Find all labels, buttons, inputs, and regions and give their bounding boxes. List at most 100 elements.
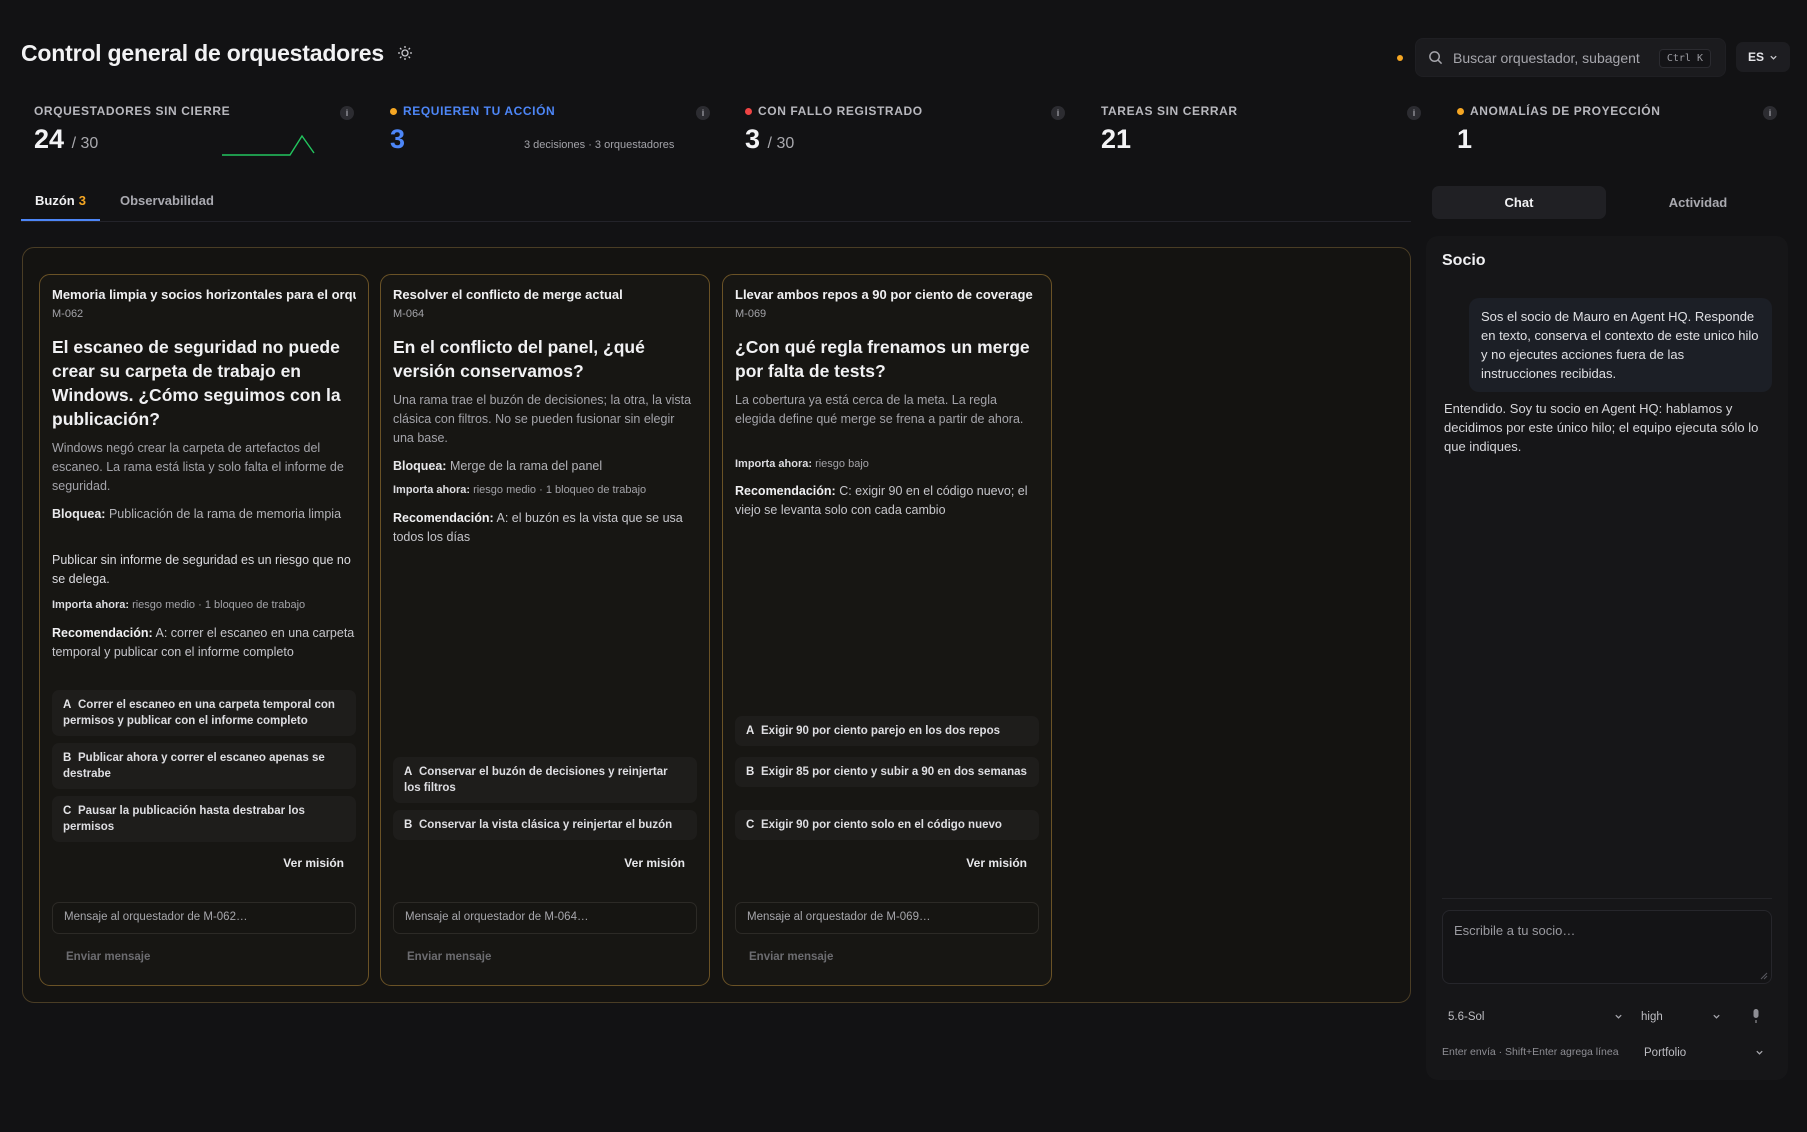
search-shortcut: Ctrl K bbox=[1658, 49, 1711, 68]
resize-handle[interactable] bbox=[1760, 972, 1768, 980]
card-id: M-064 bbox=[393, 308, 425, 320]
tab-buzon[interactable]: Buzón 3 bbox=[35, 193, 86, 208]
chevron-down-icon bbox=[1713, 1014, 1720, 1019]
message-input[interactable]: Mensaje al orquestador de M-062… bbox=[52, 902, 356, 934]
search-icon bbox=[1428, 50, 1443, 70]
stat-value: 24 / 30 bbox=[34, 124, 99, 154]
effort-select[interactable]: high bbox=[1641, 1006, 1721, 1028]
stat-label: CON FALLO REGISTRADO bbox=[745, 104, 923, 118]
chevron-down-icon bbox=[1770, 55, 1777, 60]
message-input[interactable]: Mensaje al orquestador de M-069… bbox=[735, 902, 1039, 934]
send-message-button[interactable]: Enviar mensaje bbox=[407, 951, 491, 963]
card-id: M-069 bbox=[735, 308, 767, 320]
main-tabs: Buzón 3 Observabilidad bbox=[21, 186, 1411, 222]
user-message: Sos el socio de Mauro en Agent HQ. Respo… bbox=[1469, 298, 1772, 392]
search-placeholder: Buscar orquestador, subagent bbox=[1453, 50, 1640, 66]
stat-orquestadores: ORQUESTADORES SIN CIERRE 24 / 30 i bbox=[34, 102, 358, 162]
card-body: La cobertura ya está cerca de la meta. L… bbox=[735, 393, 1024, 426]
card-mission-title: Resolver el conflicto de merge actual bbox=[393, 287, 623, 302]
card-body: Windows negó crear la carpeta de artefac… bbox=[52, 441, 344, 493]
card-note: Publicar sin informe de seguridad es un … bbox=[52, 553, 351, 586]
header: Control general de orquestadores Buscar … bbox=[0, 0, 1807, 95]
language-select[interactable]: ES bbox=[1736, 42, 1790, 72]
info-icon[interactable]: i bbox=[340, 106, 354, 120]
assistant-message: Entendido. Soy tu socio en Agent HQ: hab… bbox=[1444, 401, 1759, 454]
stat-sub: 3 decisiones · 3 orquestadores bbox=[524, 139, 675, 151]
card-question: ¿Con qué regla frenamos un merge por fal… bbox=[735, 337, 1030, 381]
card-importance: Importa ahora: riesgo medio · 1 bloqueo … bbox=[393, 484, 647, 496]
status-dot bbox=[745, 107, 752, 115]
card-question: En el conflicto del panel, ¿qué versión … bbox=[393, 337, 645, 381]
model-select[interactable]: 5.6-Sol bbox=[1448, 1006, 1623, 1028]
status-dot bbox=[390, 107, 397, 115]
stat-anomalias: ANOMALÍAS DE PROYECCIÓN 1 i bbox=[1457, 102, 1781, 162]
card-recommendation: Recomendación: A: el buzón es la vista q… bbox=[393, 511, 683, 544]
stat-value: 3 bbox=[390, 124, 406, 154]
message-input[interactable]: Mensaje al orquestador de M-064… bbox=[393, 902, 697, 934]
side-tabs: Chat Actividad bbox=[1432, 186, 1786, 220]
status-dot bbox=[1397, 55, 1403, 61]
composer-placeholder: Escribile a tu socio… bbox=[1454, 923, 1576, 938]
sun-icon[interactable] bbox=[396, 44, 414, 62]
view-mission-link[interactable]: Ver misión bbox=[624, 856, 685, 870]
search-input[interactable]: Buscar orquestador, subagent Ctrl K bbox=[1415, 38, 1726, 77]
divider bbox=[1442, 898, 1772, 899]
card-blocks: Bloquea: Publicación de la rama de memor… bbox=[52, 507, 342, 521]
info-icon[interactable]: i bbox=[1407, 106, 1421, 120]
chevron-down-icon bbox=[1756, 1050, 1763, 1055]
stat-label: ORQUESTADORES SIN CIERRE bbox=[34, 104, 231, 118]
decision-card: Memoria limpia y socios horizontales par… bbox=[39, 274, 369, 986]
info-icon[interactable]: i bbox=[696, 106, 710, 120]
card-body: Una rama trae el buzón de decisiones; la… bbox=[393, 393, 692, 445]
decision-card: Resolver el conflicto de merge actual M-… bbox=[380, 274, 710, 986]
card-importance: Importa ahora: riesgo medio · 1 bloqueo … bbox=[52, 599, 306, 611]
scope-select[interactable]: Portfolio bbox=[1644, 1042, 1764, 1064]
card-mission-title: Llevar ambos repos a 90 por ciento de co… bbox=[735, 287, 1033, 302]
decision-card: Llevar ambos repos a 90 por ciento de co… bbox=[722, 274, 1052, 986]
chat-title: Socio bbox=[1442, 252, 1486, 269]
tab-count: 3 bbox=[78, 193, 86, 208]
card-blocks: Bloquea: Merge de la rama del panel bbox=[393, 459, 603, 473]
stat-label: REQUIEREN TU ACCIÓN bbox=[390, 104, 555, 118]
stat-requieren: REQUIEREN TU ACCIÓN 3 3 decisiones · 3 o… bbox=[390, 102, 714, 162]
tab-observabilidad[interactable]: Observabilidad bbox=[120, 193, 214, 208]
view-mission-link[interactable]: Ver misión bbox=[283, 856, 344, 870]
stat-tareas: TAREAS SIN CERRAR 21 i bbox=[1101, 102, 1425, 162]
option-c[interactable]: C Exigir 90 por ciento solo en el código … bbox=[735, 810, 1039, 840]
option-a[interactable]: A Correr el escaneo en una carpeta tempor… bbox=[52, 690, 356, 736]
option-b[interactable]: B Exigir 85 por ciento y subir a 90 en do… bbox=[735, 757, 1039, 787]
sparkline bbox=[222, 134, 315, 156]
option-a[interactable]: A Conservar el buzón de decisiones y rein… bbox=[393, 757, 697, 803]
card-recommendation: Recomendación: C: exigir 90 en el código… bbox=[735, 484, 1028, 517]
language-label: ES bbox=[1747, 50, 1764, 64]
option-a[interactable]: A Exigir 90 por ciento parejo en los dos … bbox=[735, 716, 1039, 746]
chat-composer[interactable]: Escribile a tu socio… bbox=[1442, 910, 1772, 984]
chat-panel: Socio Sos el socio de Mauro en Agent HQ.… bbox=[1426, 236, 1788, 1080]
option-c[interactable]: C Pausar la publicación hasta destrabar l… bbox=[52, 796, 356, 842]
option-b[interactable]: B Publicar ahora y correr el escaneo apen… bbox=[52, 743, 356, 789]
status-dot bbox=[1457, 107, 1464, 115]
info-icon[interactable]: i bbox=[1051, 106, 1065, 120]
chevron-down-icon bbox=[1615, 1014, 1622, 1019]
send-message-button[interactable]: Enviar mensaje bbox=[66, 951, 150, 963]
stat-label: ANOMALÍAS DE PROYECCIÓN bbox=[1457, 104, 1660, 118]
view-mission-link[interactable]: Ver misión bbox=[966, 856, 1027, 870]
microphone-icon[interactable] bbox=[1750, 1008, 1762, 1029]
tab-chat[interactable]: Chat bbox=[1432, 186, 1606, 219]
card-question: El escaneo de seguridad no puede crear s… bbox=[52, 337, 341, 429]
info-icon[interactable]: i bbox=[1763, 106, 1777, 120]
page-title: Control general de orquestadores bbox=[21, 40, 384, 66]
stat-fallo: CON FALLO REGISTRADO 3 / 30 i bbox=[745, 102, 1069, 162]
card-mission-title: Memoria limpia y socios horizontales par… bbox=[52, 287, 356, 302]
card-importance: Importa ahora: riesgo bajo bbox=[735, 458, 869, 470]
stat-value: 21 bbox=[1101, 124, 1132, 154]
stat-value: 3 / 30 bbox=[745, 124, 795, 154]
tab-actividad[interactable]: Actividad bbox=[1610, 186, 1786, 219]
card-recommendation: Recomendación: A: correr el escaneo en u… bbox=[52, 626, 355, 659]
stat-label: TAREAS SIN CERRAR bbox=[1101, 104, 1238, 118]
send-message-button[interactable]: Enviar mensaje bbox=[749, 951, 833, 963]
card-id: M-062 bbox=[52, 308, 84, 320]
option-b[interactable]: B Conservar la vista clásica y reinjertar… bbox=[393, 810, 697, 840]
keyboard-hint: Enter envía · Shift+Enter agrega línea bbox=[1442, 1046, 1619, 1058]
stat-value: 1 bbox=[1457, 124, 1473, 154]
